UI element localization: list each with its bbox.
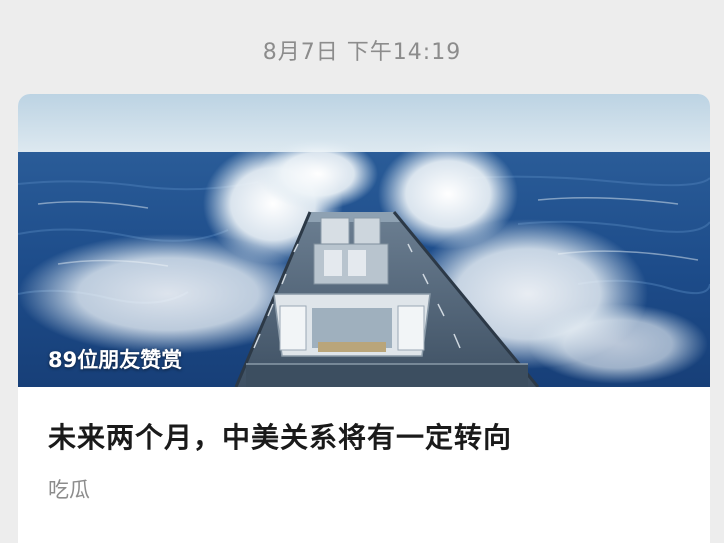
message-timestamp: 8月7日 下午14:19 bbox=[262, 40, 462, 65]
account-name[interactable]: 吃瓜 bbox=[48, 474, 90, 504]
appreciation-count: 89位朋友赞赏 bbox=[48, 348, 183, 372]
article-card[interactable]: 89位朋友赞赏 未来两个月，中美关系将有一定转向 吃瓜 bbox=[18, 94, 710, 543]
article-title[interactable]: 未来两个月，中美关系将有一定转向 bbox=[48, 416, 688, 456]
